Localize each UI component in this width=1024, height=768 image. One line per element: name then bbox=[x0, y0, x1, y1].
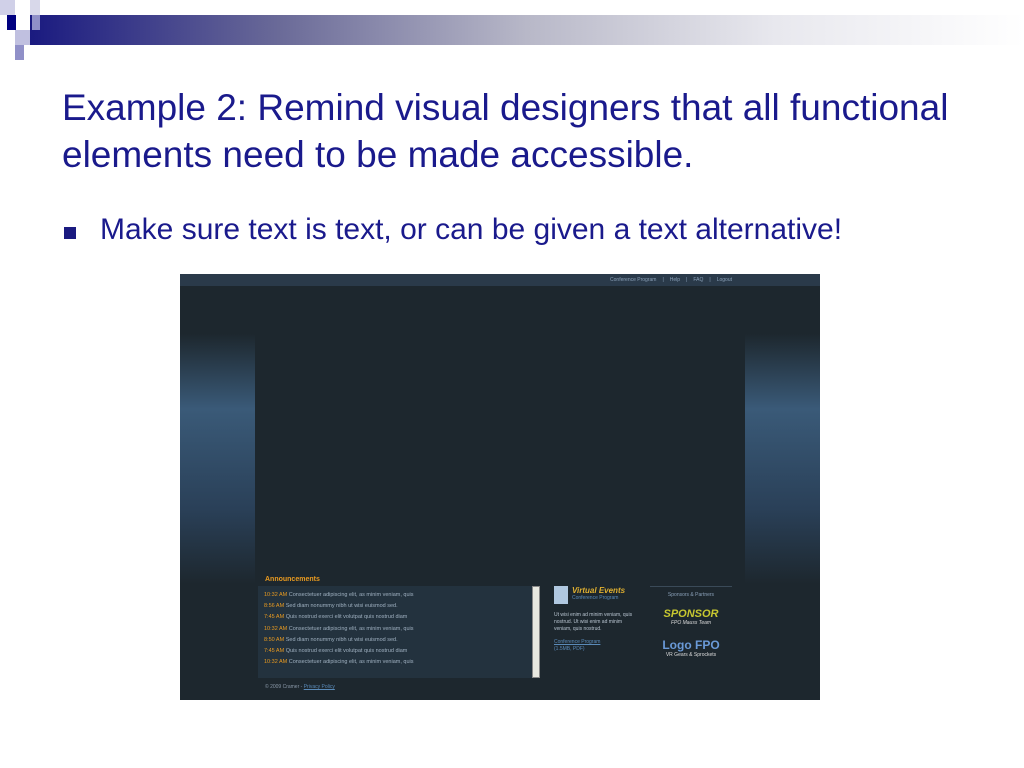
list-item: 10:32 AM Consectetuer adipiscing elit, a… bbox=[264, 592, 414, 598]
list-item: 8:50 AM Sed diam nonummy nibh ut wisi eu… bbox=[264, 636, 398, 643]
copyright: © 2009 Cramer - bbox=[265, 684, 303, 690]
document-icon bbox=[554, 586, 568, 604]
deco-square bbox=[32, 15, 40, 30]
virtual-events-box: Virtual Events Conference Program Ut wis… bbox=[554, 586, 636, 653]
footer: © 2009 Cramer - Privacy Policy bbox=[265, 684, 335, 690]
partner-logo[interactable]: Logo FPO bbox=[650, 638, 732, 652]
list-item: 7:45 AM Quis nostrud exerci elit volutpa… bbox=[264, 648, 408, 655]
sponsor-logo[interactable]: SPONSOR bbox=[650, 608, 732, 620]
scrollbar[interactable] bbox=[532, 586, 540, 678]
nav-logout[interactable]: Logout bbox=[717, 277, 732, 283]
nav-conference-program[interactable]: Conference Program bbox=[610, 277, 656, 283]
bullet-text: Make sure text is text, or can be given … bbox=[100, 213, 843, 246]
right-decoration bbox=[745, 334, 820, 584]
nav-help[interactable]: Help bbox=[670, 277, 680, 283]
list-item: 8:56 AM Sed diam nonummy nibh ut wisi eu… bbox=[264, 603, 398, 610]
virtual-events-body: Ut wisi enim ad minim veniam, quis nostr… bbox=[554, 612, 633, 632]
website-screenshot: Conference Program | Help | FAQ | Logout An… bbox=[180, 274, 820, 700]
deco-square bbox=[0, 0, 15, 15]
list-item: 7:45 AM Quis nostrud exerci elit volutpa… bbox=[264, 614, 408, 621]
sponsor-sub: FPO Mauss Team bbox=[670, 620, 712, 626]
conference-program-link[interactable]: Conference Program bbox=[554, 639, 636, 646]
slide-title: Example 2: Remind visual designers that … bbox=[62, 87, 949, 175]
header-gradient-bar bbox=[30, 15, 1024, 45]
top-nav: Conference Program | Help | FAQ | Logout bbox=[180, 274, 820, 286]
sponsors-heading: Sponsors & Partners bbox=[667, 592, 715, 598]
privacy-policy-link[interactable]: Privacy Policy bbox=[304, 684, 335, 690]
list-item: 10:32 AM Consectetuer adipiscing elit, a… bbox=[264, 625, 414, 632]
deco-square bbox=[30, 0, 40, 15]
bullet-icon bbox=[64, 227, 76, 239]
link-meta: (1.5MB, PDF) bbox=[554, 646, 585, 652]
deco-square bbox=[15, 45, 24, 60]
announcements-list: 10:32 AM Consectetuer adipiscing elit, a… bbox=[258, 586, 540, 678]
list-item: 10:32 AM Consectetuer adipiscing elit, a… bbox=[264, 659, 414, 666]
deco-square bbox=[15, 30, 30, 45]
partner-sub: VR Gears & Sprockets bbox=[665, 652, 717, 658]
announcements-heading: Announcements bbox=[265, 576, 320, 583]
deco-square bbox=[7, 15, 16, 30]
nav-faq[interactable]: FAQ bbox=[693, 277, 703, 283]
sponsors-box: Sponsors & Partners SPONSOR FPO Mauss Te… bbox=[650, 586, 732, 658]
left-decoration bbox=[180, 334, 255, 584]
